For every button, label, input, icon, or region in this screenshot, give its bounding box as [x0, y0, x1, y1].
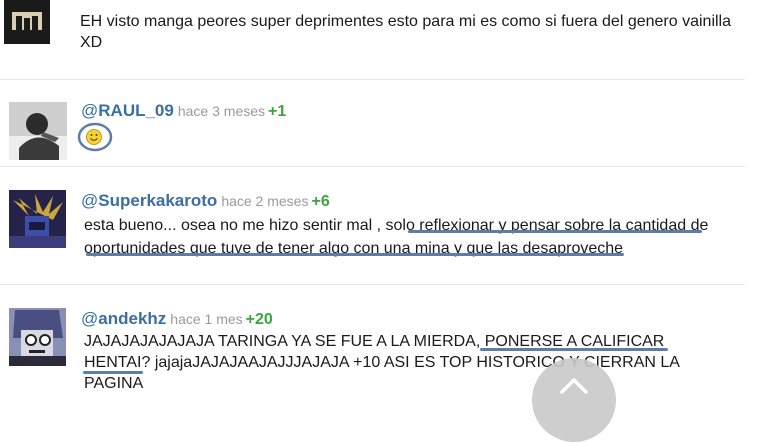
at-symbol: @: [81, 101, 99, 120]
comment-header: @Superkakaroto hace 2 meses +6: [81, 191, 330, 211]
avatar[interactable]: [9, 102, 67, 160]
chevron-up-icon: [560, 378, 588, 394]
username-link[interactable]: Superkakaroto: [98, 191, 217, 210]
avatar[interactable]: [9, 190, 66, 248]
timestamp: hace 3 meses: [177, 103, 266, 119]
comment-text: EH visto manga peores super deprimentes …: [80, 13, 731, 51]
annotation-underline: [83, 371, 143, 374]
avatar[interactable]: [4, 0, 50, 44]
avatar-image: [12, 12, 42, 30]
timestamp: hace 2 meses: [221, 193, 309, 209]
annotation-underline: [408, 230, 702, 233]
annotation-underline: [480, 348, 668, 351]
score: +20: [245, 311, 273, 328]
smiley-emoticon-icon: [77, 122, 113, 152]
avatar[interactable]: [9, 308, 66, 366]
username-link[interactable]: andekhz: [98, 309, 166, 328]
avatar-image: [9, 308, 66, 366]
avatar-image: [9, 102, 67, 160]
divider: [0, 284, 745, 285]
scroll-to-top-button[interactable]: [532, 358, 616, 442]
divider: [0, 166, 745, 167]
comment-header: @andekhz hace 1 mes +20: [81, 309, 273, 329]
annotation-underline: [86, 253, 624, 256]
comment-header: @RAUL_09 hace 3 meses +1: [81, 101, 286, 121]
at-symbol: @: [81, 191, 99, 210]
score: +6: [311, 193, 330, 210]
username-link[interactable]: RAUL_09: [98, 101, 174, 120]
at-symbol: @: [81, 309, 99, 328]
timestamp: hace 1 mes: [170, 311, 243, 327]
divider: [0, 79, 745, 80]
score: +1: [268, 103, 287, 120]
avatar-image: [9, 190, 66, 248]
